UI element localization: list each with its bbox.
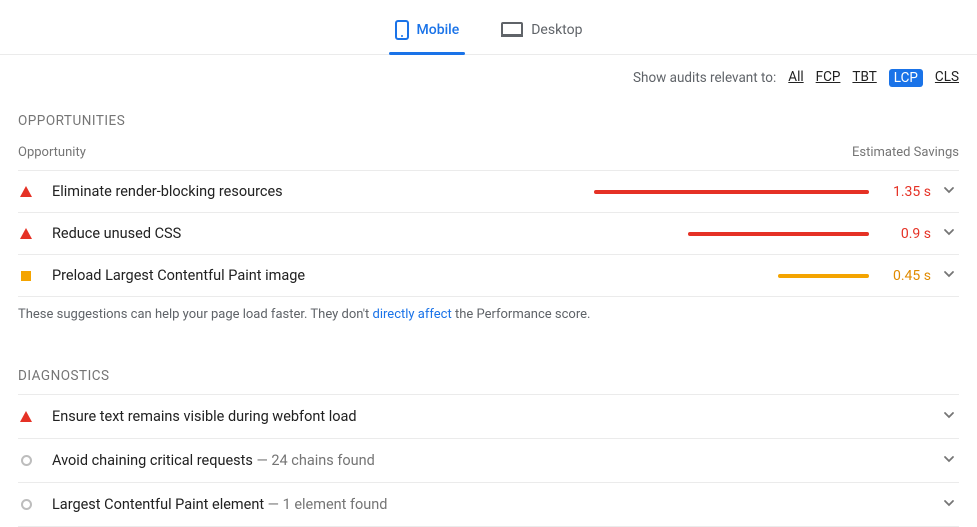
opp-header-left: Opportunity bbox=[18, 145, 86, 160]
opportunity-label: Reduce unused CSS bbox=[52, 225, 594, 242]
diagnostic-row[interactable]: Avoid chaining critical requests — 24 ch… bbox=[18, 438, 959, 482]
filter-tbt[interactable]: TBT bbox=[852, 69, 876, 87]
filter-fcp[interactable]: FCP bbox=[816, 69, 841, 87]
tab-mobile[interactable]: Mobile bbox=[389, 12, 466, 54]
savings-value: 1.35 s bbox=[883, 184, 931, 200]
savings-bar-track bbox=[594, 232, 869, 236]
diagnostics-title: DIAGNOSTICS bbox=[18, 346, 959, 394]
filter-cls[interactable]: CLS bbox=[935, 69, 959, 87]
chevron-down-icon bbox=[943, 453, 959, 469]
diagnostic-row[interactable]: Largest Contentful Paint element — 1 ele… bbox=[18, 482, 959, 527]
diagnostic-sublabel: — 1 element found bbox=[264, 496, 387, 513]
opportunities-footnote: These suggestions can help your page loa… bbox=[18, 297, 959, 346]
chevron-down-icon bbox=[943, 497, 959, 513]
savings-bar-track bbox=[594, 274, 869, 278]
chevron-down-icon bbox=[943, 226, 959, 242]
savings-value: 0.45 s bbox=[883, 268, 931, 284]
mobile-icon bbox=[395, 20, 409, 40]
opportunity-row[interactable]: Preload Largest Contentful Paint image 0.… bbox=[18, 254, 959, 297]
savings-bar-track bbox=[594, 190, 869, 194]
opportunity-label: Preload Largest Contentful Paint image bbox=[52, 267, 594, 284]
triangle-red-icon bbox=[18, 228, 34, 239]
circle-gray-icon bbox=[18, 455, 34, 466]
tab-desktop-label: Desktop bbox=[531, 22, 582, 38]
chevron-down-icon bbox=[943, 409, 959, 425]
diagnostic-sublabel: — 24 chains found bbox=[253, 452, 375, 469]
tab-mobile-label: Mobile bbox=[417, 22, 460, 38]
tab-desktop[interactable]: Desktop bbox=[495, 14, 588, 52]
savings-bar bbox=[594, 190, 869, 194]
chevron-down-icon bbox=[943, 184, 959, 200]
diagnostic-label: Largest Contentful Paint element — 1 ele… bbox=[52, 496, 943, 513]
opportunity-row[interactable]: Reduce unused CSS 0.9 s bbox=[18, 212, 959, 254]
device-tabs: Mobile Desktop bbox=[0, 0, 977, 55]
savings-bar bbox=[688, 232, 870, 236]
savings-bar bbox=[778, 274, 869, 278]
diagnostic-label: Ensure text remains visible during webfo… bbox=[52, 408, 943, 425]
audit-filter-row: Show audits relevant to: All FCP TBT LCP CLS bbox=[0, 55, 977, 91]
desktop-icon bbox=[501, 22, 523, 38]
filter-all[interactable]: All bbox=[788, 69, 803, 87]
diagnostic-label: Avoid chaining critical requests — 24 ch… bbox=[52, 452, 943, 469]
opp-header-right: Estimated Savings bbox=[852, 145, 959, 160]
opportunities-title: OPPORTUNITIES bbox=[18, 91, 959, 139]
diagnostic-row[interactable]: Ensure text remains visible during webfo… bbox=[18, 394, 959, 438]
savings-value: 0.9 s bbox=[883, 226, 931, 242]
triangle-red-icon bbox=[18, 186, 34, 197]
opportunity-row[interactable]: Eliminate render-blocking resources 1.35 … bbox=[18, 170, 959, 212]
directly-affect-link[interactable]: directly affect bbox=[373, 307, 452, 322]
opportunity-label: Eliminate render-blocking resources bbox=[52, 183, 594, 200]
triangle-red-icon bbox=[18, 411, 34, 422]
chevron-down-icon bbox=[943, 268, 959, 284]
square-orange-icon bbox=[18, 271, 34, 281]
opportunities-header: Opportunity Estimated Savings bbox=[18, 139, 959, 170]
filter-lcp[interactable]: LCP bbox=[889, 69, 923, 87]
circle-gray-icon bbox=[18, 499, 34, 510]
filter-prefix: Show audits relevant to: bbox=[633, 70, 776, 86]
